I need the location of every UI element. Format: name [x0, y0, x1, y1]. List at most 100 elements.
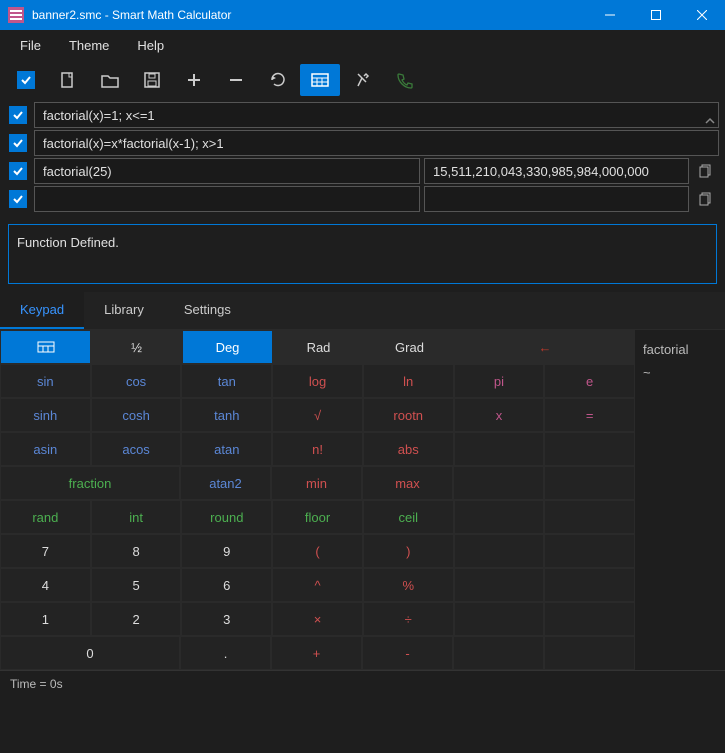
save-button[interactable]: [132, 64, 172, 96]
key-5[interactable]: 5: [91, 568, 182, 602]
key-int[interactable]: int: [91, 500, 182, 534]
key-9[interactable]: 9: [181, 534, 272, 568]
key-cos[interactable]: cos: [91, 364, 182, 398]
expression-input[interactable]: [34, 186, 420, 212]
key-8[interactable]: 8: [91, 534, 182, 568]
new-file-button[interactable]: [48, 64, 88, 96]
scroll-up-arrow[interactable]: [701, 112, 719, 130]
key-ln[interactable]: ln: [363, 364, 454, 398]
key-tanh[interactable]: tanh: [181, 398, 272, 432]
refresh-button[interactable]: [258, 64, 298, 96]
key-rootn[interactable]: rootn: [363, 398, 454, 432]
key-plus[interactable]: +: [271, 636, 362, 670]
row-checkbox[interactable]: [9, 106, 27, 124]
key-rand[interactable]: rand: [0, 500, 91, 534]
key-max[interactable]: max: [362, 466, 453, 500]
key-log[interactable]: log: [272, 364, 363, 398]
keypad-toggle-button[interactable]: [300, 64, 340, 96]
expression-input[interactable]: [34, 102, 719, 128]
tab-settings[interactable]: Settings: [164, 292, 251, 329]
key-blank[interactable]: [544, 602, 635, 636]
key-cosh[interactable]: cosh: [91, 398, 182, 432]
key-backspace[interactable]: ←: [455, 330, 635, 364]
row-checkbox[interactable]: [9, 134, 27, 152]
key-blank[interactable]: [544, 432, 635, 466]
check-all-button[interactable]: [6, 64, 46, 96]
menu-help[interactable]: Help: [125, 34, 176, 57]
key-asin[interactable]: asin: [0, 432, 91, 466]
key-acos[interactable]: acos: [91, 432, 182, 466]
pin-button[interactable]: [342, 64, 382, 96]
key-blank[interactable]: [453, 636, 544, 670]
result-output[interactable]: [424, 186, 689, 212]
key-sin[interactable]: sin: [0, 364, 91, 398]
key-min[interactable]: min: [271, 466, 362, 500]
key-2[interactable]: 2: [91, 602, 182, 636]
key-atan[interactable]: atan: [181, 432, 272, 466]
key-mode-rad[interactable]: Rad: [273, 330, 364, 364]
expression-row: [6, 186, 719, 212]
key-fraction[interactable]: fraction: [0, 466, 180, 500]
add-row-button[interactable]: [174, 64, 214, 96]
key-pow[interactable]: ^: [272, 568, 363, 602]
key-7[interactable]: 7: [0, 534, 91, 568]
tab-keypad[interactable]: Keypad: [0, 292, 84, 329]
open-file-button[interactable]: [90, 64, 130, 96]
key-blank[interactable]: [454, 500, 545, 534]
menu-theme[interactable]: Theme: [57, 34, 121, 57]
tab-library[interactable]: Library: [84, 292, 164, 329]
row-checkbox[interactable]: [9, 190, 27, 208]
key-blank[interactable]: [544, 636, 635, 670]
key-blank[interactable]: [454, 534, 545, 568]
copy-button[interactable]: [693, 158, 719, 184]
key-multiply[interactable]: ×: [272, 602, 363, 636]
key-blank[interactable]: [544, 500, 635, 534]
key-1[interactable]: 1: [0, 602, 91, 636]
key-lparen[interactable]: (: [272, 534, 363, 568]
key-blank[interactable]: [454, 602, 545, 636]
key-mode-grad[interactable]: Grad: [364, 330, 455, 364]
key-mode-keyboard[interactable]: [0, 330, 91, 364]
key-mod[interactable]: %: [363, 568, 454, 602]
key-dot[interactable]: .: [180, 636, 271, 670]
key-sqrt[interactable]: √: [272, 398, 363, 432]
key-mode-deg[interactable]: Deg: [182, 330, 273, 364]
key-floor[interactable]: floor: [272, 500, 363, 534]
result-output[interactable]: [424, 158, 689, 184]
key-blank[interactable]: [454, 432, 545, 466]
key-blank[interactable]: [544, 466, 635, 500]
key-blank[interactable]: [453, 466, 544, 500]
key-tan[interactable]: tan: [181, 364, 272, 398]
call-button[interactable]: [384, 64, 424, 96]
expression-input[interactable]: [34, 158, 420, 184]
key-rparen[interactable]: ): [363, 534, 454, 568]
key-4[interactable]: 4: [0, 568, 91, 602]
key-0[interactable]: 0: [0, 636, 180, 670]
remove-row-button[interactable]: [216, 64, 256, 96]
key-ceil[interactable]: ceil: [363, 500, 454, 534]
key-e[interactable]: e: [544, 364, 635, 398]
key-3[interactable]: 3: [181, 602, 272, 636]
key-minus[interactable]: -: [362, 636, 453, 670]
key-blank[interactable]: [544, 534, 635, 568]
key-abs[interactable]: abs: [363, 432, 454, 466]
key-blank[interactable]: [544, 568, 635, 602]
key-mode-half[interactable]: ½: [91, 330, 182, 364]
key-atan2[interactable]: atan2: [180, 466, 271, 500]
copy-button[interactable]: [693, 186, 719, 212]
key-pi[interactable]: pi: [454, 364, 545, 398]
minimize-button[interactable]: [587, 0, 633, 30]
close-button[interactable]: [679, 0, 725, 30]
key-x[interactable]: x: [454, 398, 545, 432]
key-6[interactable]: 6: [181, 568, 272, 602]
expression-input[interactable]: [34, 130, 719, 156]
key-blank[interactable]: [454, 568, 545, 602]
key-equals[interactable]: =: [544, 398, 635, 432]
maximize-button[interactable]: [633, 0, 679, 30]
key-factorial[interactable]: n!: [272, 432, 363, 466]
menu-file[interactable]: File: [8, 34, 53, 57]
key-round[interactable]: round: [181, 500, 272, 534]
key-sinh[interactable]: sinh: [0, 398, 91, 432]
key-divide[interactable]: ÷: [363, 602, 454, 636]
row-checkbox[interactable]: [9, 162, 27, 180]
